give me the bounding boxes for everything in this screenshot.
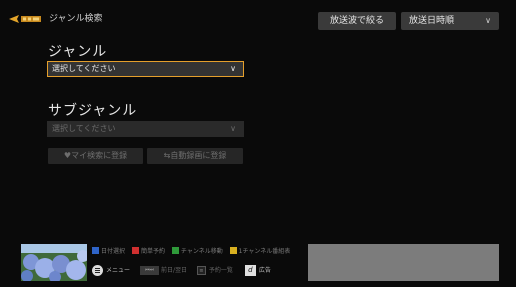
chevron-down-icon: ∨ bbox=[485, 16, 491, 25]
broadcaster-logo bbox=[9, 15, 41, 23]
genre-select[interactable]: 選択してください ∨ bbox=[47, 61, 244, 77]
legend-item-red: 簡単予約 bbox=[131, 247, 165, 255]
d-button-label: 広告 bbox=[258, 267, 271, 274]
chevron-down-icon: ∨ bbox=[230, 124, 236, 133]
reservation-label: 予約一覧 bbox=[208, 267, 233, 274]
subgenre-heading: サブジャンル bbox=[48, 103, 138, 119]
register-auto-record-button[interactable]: ⇆自動録画に登録 bbox=[147, 148, 243, 164]
menu-label: メニュー bbox=[106, 267, 131, 274]
subgenre-select-placeholder: 選択してください bbox=[52, 124, 116, 133]
auto-record-label: ⇆自動録画に登録 bbox=[163, 151, 227, 160]
sort-button-label: 放送日時順 bbox=[409, 16, 455, 26]
filter-by-broadcast-button[interactable]: 放送波で絞る bbox=[318, 12, 396, 30]
skip-label: 前日/翌日 bbox=[160, 267, 187, 274]
reservation-list-icon: ≡ bbox=[196, 266, 206, 275]
subgenre-select[interactable]: 選択してください ∨ bbox=[47, 121, 244, 137]
legend-item-blue: 日付選択 bbox=[92, 247, 125, 255]
genre-search-screen: ジャンル検索 放送波で絞る 放送日時順 ∨ ジャンル 選択してください ∨ サブ… bbox=[0, 0, 516, 287]
advertisement-panel bbox=[308, 244, 499, 281]
my-search-label: ♥マイ検索に登録 bbox=[63, 151, 128, 160]
color-key-legend: 日付選択 簡単予約 チャンネル移動 1チャンネル番組表 bbox=[92, 247, 295, 257]
genre-select-value: 選択してください bbox=[52, 64, 116, 73]
sort-order-dropdown[interactable]: 放送日時順 ∨ bbox=[401, 12, 499, 30]
legend-item-yellow: 1チャンネル番組表 bbox=[229, 247, 290, 255]
legend-item-green: チャンネル移動 bbox=[171, 247, 223, 255]
menu-icon bbox=[92, 265, 103, 276]
filter-button-label: 放送波で絞る bbox=[329, 16, 384, 26]
remote-key-guide: メニュー ⏮⏭ 前日/翌日 ≡ 予約一覧 d 広告 bbox=[92, 265, 271, 277]
live-preview-thumbnail bbox=[21, 244, 87, 281]
register-my-search-button[interactable]: ♥マイ検索に登録 bbox=[48, 148, 143, 164]
d-button-icon: d bbox=[244, 265, 256, 276]
chevron-down-icon: ∨ bbox=[230, 64, 236, 73]
genre-heading: ジャンル bbox=[48, 44, 108, 60]
skip-icon: ⏮⏭ bbox=[139, 266, 159, 275]
page-title: ジャンル検索 bbox=[49, 14, 103, 24]
